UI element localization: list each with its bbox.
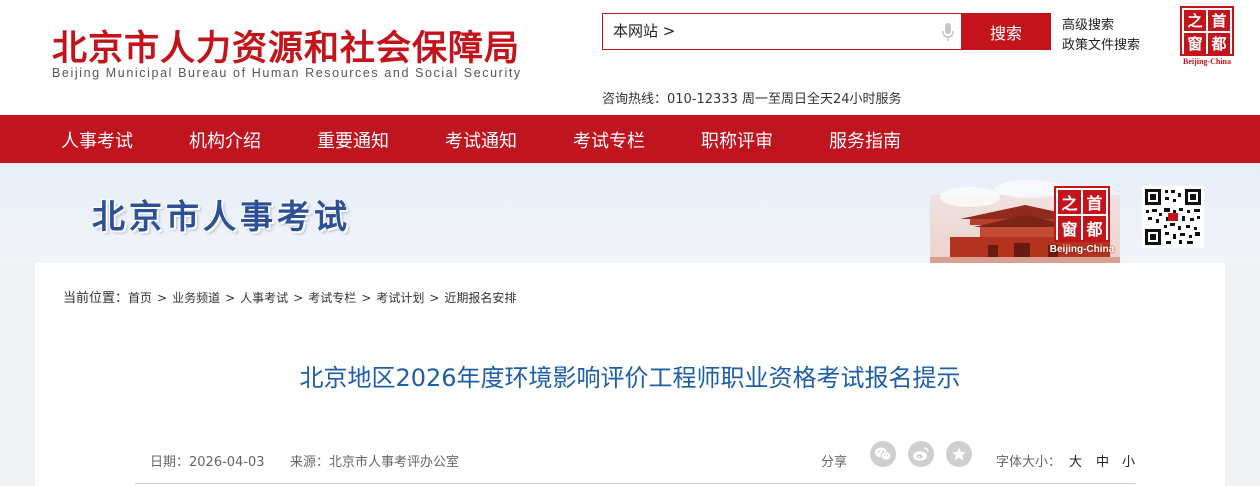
nav-item-about[interactable]: 机构介绍: [189, 127, 261, 153]
nav-item-exam-column[interactable]: 考试专栏: [573, 127, 645, 153]
favorite-share-button[interactable]: [946, 441, 972, 467]
banner-seal-label: Beijing-China: [1049, 244, 1115, 255]
banner-title: 北京市人事考试: [92, 197, 351, 236]
meta-divider: [135, 483, 1135, 484]
seal-char: 窗: [1184, 33, 1206, 54]
breadcrumb-link-registration[interactable]: 近期报名安排: [444, 291, 516, 305]
breadcrumb-link-business[interactable]: 业务频道: [172, 291, 220, 305]
article-date: 日期：2026-04-03: [150, 455, 265, 470]
font-size-small-button[interactable]: 小: [1122, 451, 1135, 470]
logo-english-name: Beijing Municipal Bureau of Human Resour…: [52, 66, 522, 80]
nav-item-service-guide[interactable]: 服务指南: [829, 127, 901, 153]
seal-char: 首: [1208, 10, 1230, 31]
breadcrumb-link-home[interactable]: 首页: [128, 291, 152, 305]
weibo-share-button[interactable]: [908, 441, 934, 467]
seal-char: 窗: [1058, 216, 1081, 240]
nav-item-exam-notices[interactable]: 考试通知: [445, 127, 517, 153]
nav-item-title-review[interactable]: 职称评审: [701, 127, 773, 153]
seal-label: Beijing-China: [1182, 57, 1231, 66]
search-input[interactable]: [683, 18, 923, 44]
font-size-label: 字体大小：: [996, 455, 1062, 470]
capital-window-seal-logo[interactable]: 之 首 窗 都: [1180, 6, 1234, 56]
main-nav: 人事考试 机构介绍 重要通知 考试通知 考试专栏 职称评审 服务指南: [0, 115, 1260, 163]
breadcrumb-link-personnel-exam[interactable]: 人事考试: [240, 291, 288, 305]
breadcrumb: 当前位置：首页 > 业务频道 > 人事考试 > 考试专栏 > 考试计划 > 近期报名安排: [63, 287, 516, 306]
site-header: 北京市人力资源和社会保障局 Beijing Municipal Bureau o…: [0, 0, 1260, 115]
breadcrumb-link-exam-column[interactable]: 考试专栏: [308, 291, 356, 305]
article-source: 来源：北京市人事考评办公室: [290, 455, 460, 470]
breadcrumb-link-exam-plan[interactable]: 考试计划: [376, 291, 424, 305]
seal-char: 都: [1208, 33, 1230, 54]
seal-char: 都: [1083, 216, 1106, 240]
article-panel: 当前位置：首页 > 业务频道 > 人事考试 > 考试专栏 > 考试计划 > 近期报名安排 北京地区2…: [35, 263, 1225, 486]
share-label: 分享: [821, 455, 848, 470]
breadcrumb-separator: >: [361, 291, 372, 305]
favorite-icon: [952, 447, 966, 461]
hotline-info: 咨询热线：010-12333 周一至周日全天24小时服务: [602, 92, 902, 107]
banner-capital-window-seal[interactable]: 之 首 窗 都: [1054, 186, 1110, 242]
search-scope-selector[interactable]: 本网站 >: [613, 20, 675, 41]
nav-item-important-notices[interactable]: 重要通知: [317, 127, 389, 153]
qr-code-icon[interactable]: [1142, 186, 1204, 248]
breadcrumb-separator: >: [225, 291, 236, 305]
font-size-large-button[interactable]: 大: [1069, 451, 1082, 470]
policy-search-link[interactable]: 政策文件搜索: [1062, 34, 1140, 53]
font-size-medium-button[interactable]: 中: [1096, 451, 1109, 470]
seal-char: 首: [1083, 190, 1106, 214]
search-box: 本网站 >: [602, 13, 962, 50]
site-logo[interactable]: 北京市人力资源和社会保障局 Beijing Municipal Bureau o…: [50, 20, 550, 82]
breadcrumb-separator: >: [429, 291, 440, 305]
wechat-share-button[interactable]: [870, 441, 896, 467]
microphone-icon[interactable]: [941, 22, 955, 42]
search-button[interactable]: 搜索: [961, 13, 1051, 50]
seal-char: 之: [1058, 190, 1081, 214]
nav-item-personnel-exam[interactable]: 人事考试: [61, 127, 133, 153]
breadcrumb-label: 当前位置：: [63, 291, 129, 306]
wechat-icon: [874, 447, 892, 461]
logo-chinese-name: 北京市人力资源和社会保障局: [52, 29, 521, 69]
seal-char: 之: [1184, 10, 1206, 31]
article-title: 北京地区2026年度环境影响评价工程师职业资格考试报名提示: [299, 364, 961, 392]
weibo-icon: [913, 447, 929, 461]
breadcrumb-separator: >: [157, 291, 168, 305]
advanced-search-link[interactable]: 高级搜索: [1062, 14, 1114, 33]
breadcrumb-separator: >: [293, 291, 304, 305]
